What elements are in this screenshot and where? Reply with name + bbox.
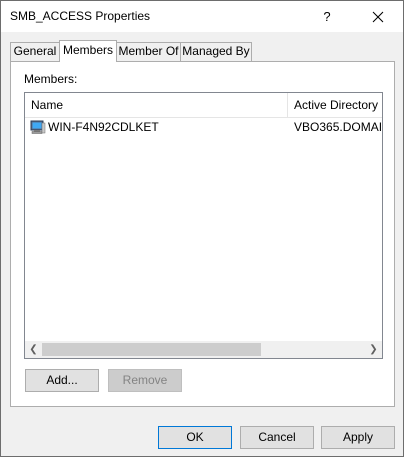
member-ad-folder: VBO365.DOMAIN — [294, 120, 382, 134]
members-label: Members: — [24, 72, 78, 86]
list-item[interactable]: WIN-F4N92CDLKET VBO365.DOMAIN — [25, 118, 382, 136]
remove-button[interactable]: Remove — [108, 369, 182, 392]
properties-dialog: SMB_ACCESS Properties ? General Members … — [0, 0, 404, 457]
close-button[interactable] — [367, 7, 389, 27]
tab-member-of[interactable]: Member Of — [116, 42, 181, 61]
apply-button[interactable]: Apply — [321, 426, 395, 449]
help-button[interactable]: ? — [317, 7, 337, 27]
close-icon — [372, 11, 384, 23]
members-list[interactable]: Name Active Directory D WIN-F4N92CDLKET … — [24, 92, 383, 359]
window-title: SMB_ACCESS Properties — [10, 9, 151, 23]
ok-button[interactable]: OK — [158, 426, 232, 449]
add-button[interactable]: Add... — [25, 369, 99, 392]
tab-general[interactable]: General — [10, 42, 60, 61]
scroll-right-icon[interactable]: ❯ — [365, 341, 382, 358]
column-header-ad-folder[interactable]: Active Directory D — [288, 93, 382, 117]
computer-icon — [30, 119, 46, 135]
horizontal-scrollbar[interactable]: ❮ ❯ — [25, 341, 382, 358]
title-bar[interactable]: SMB_ACCESS Properties ? — [1, 1, 403, 32]
list-header: Name Active Directory D — [25, 93, 382, 118]
cancel-button[interactable]: Cancel — [240, 426, 314, 449]
members-panel: Members: Name Active Directory D WIN-F4N… — [10, 61, 395, 407]
column-header-name[interactable]: Name — [25, 93, 285, 117]
scroll-left-icon[interactable]: ❮ — [25, 341, 42, 358]
tab-members[interactable]: Members — [59, 40, 117, 62]
tab-managed-by[interactable]: Managed By — [180, 42, 252, 61]
scrollbar-thumb[interactable] — [42, 343, 261, 356]
member-name: WIN-F4N92CDLKET — [48, 120, 159, 134]
